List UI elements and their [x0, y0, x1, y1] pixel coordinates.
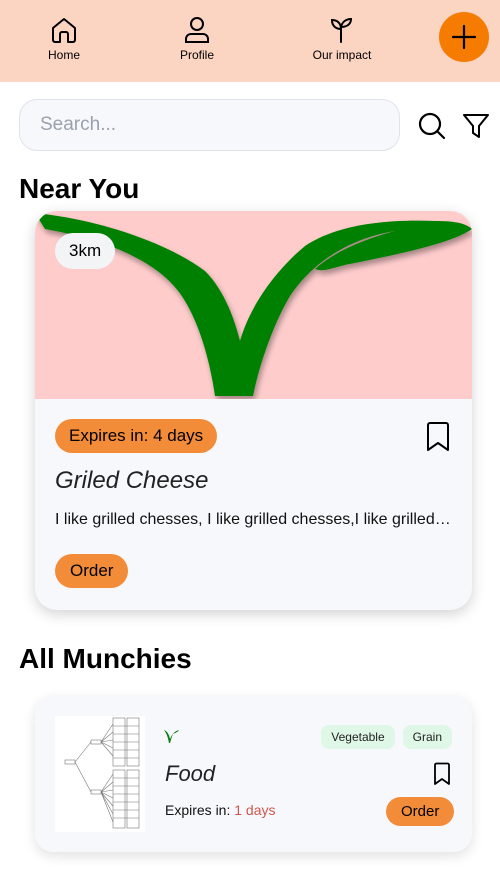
add-button[interactable] [439, 12, 489, 62]
profile-icon [185, 17, 209, 43]
near-you-heading: Near You [19, 173, 140, 204]
near-you-card[interactable]: 3km Expires in: 4 days Griled Cheese I l… [35, 211, 472, 610]
nav-our-impact-label: Our impact [312, 48, 372, 62]
nav-profile[interactable]: Profile [152, 16, 242, 62]
expires-badge: Expires in: 4 days [55, 419, 218, 453]
search-icon[interactable] [418, 112, 446, 140]
food-name: Griled Cheese [55, 467, 209, 494]
nav-home[interactable]: Home [19, 16, 109, 62]
search-input[interactable] [20, 100, 399, 150]
munchie-name: Food [165, 761, 216, 786]
expires-value: 1 days [234, 802, 276, 818]
tag-vegetable: Vegetable [321, 725, 395, 749]
order-button[interactable]: Order [55, 554, 129, 588]
food-description: I like grilled chesses, I like grilled c… [55, 511, 455, 528]
sprout-icon [330, 17, 353, 43]
plus-icon [451, 24, 477, 50]
food-thumbnail [55, 716, 145, 832]
munchie-expires: Expires in: 1 days [165, 802, 276, 818]
vegan-leaf-icon [164, 730, 179, 743]
nav-profile-label: Profile [179, 48, 214, 62]
nav-home-label: Home [47, 48, 80, 62]
tag-list: Vegetable Grain [321, 725, 452, 749]
home-icon [52, 18, 76, 43]
filter-icon[interactable] [461, 111, 491, 141]
expires-label: Expires in: [165, 802, 235, 818]
order-button[interactable]: Order [386, 797, 455, 826]
tag-grain: Grain [402, 725, 452, 749]
bookmark-icon[interactable] [432, 762, 452, 786]
bookmark-icon[interactable] [425, 421, 451, 453]
distance-badge: 3km [55, 233, 116, 269]
all-munchies-heading: All Munchies [19, 643, 192, 674]
nav-our-impact[interactable]: Our impact [297, 16, 387, 62]
top-nav: Home Profile Our impact [0, 0, 500, 82]
search-box [19, 99, 400, 151]
munchie-card[interactable]: Vegetable Grain Food Expires in: 1 days … [35, 696, 472, 852]
tree-diagram-thumbnail [64, 717, 140, 829]
